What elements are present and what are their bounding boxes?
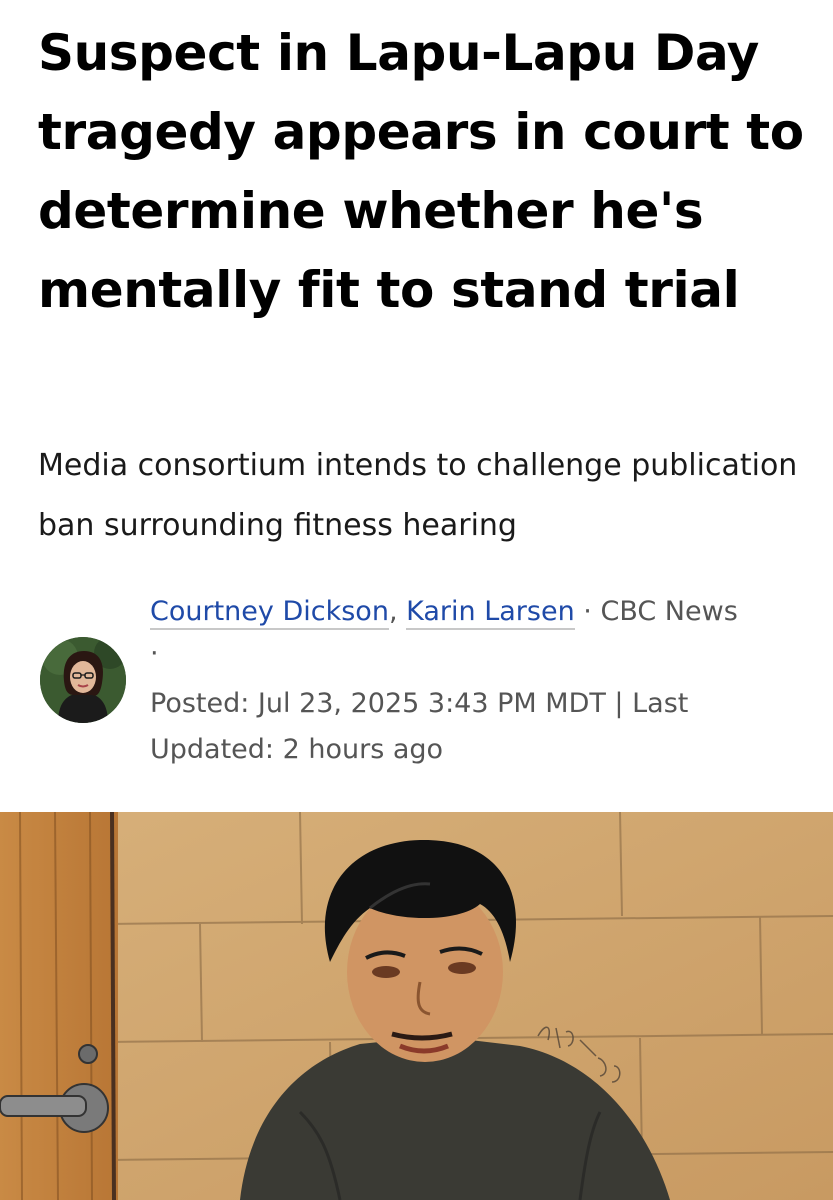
news-source: CBC News [600, 596, 738, 627]
publish-timestamps: Posted: Jul 23, 2025 3:43 PM MDT | Last … [150, 688, 689, 765]
article-subheadline: Media consortium intends to challenge pu… [38, 448, 798, 543]
article-headline: Suspect in Lapu-Lapu Day tragedy appears… [38, 24, 804, 319]
author-avatar[interactable] [40, 637, 126, 723]
trailing-separator: · [150, 638, 159, 669]
author-line: Courtney Dickson, Karin Larsen · CBC New… [150, 589, 820, 635]
author-link-karin-larsen[interactable]: Karin Larsen [406, 596, 575, 630]
hero-image[interactable] [0, 812, 833, 1200]
courtroom-sketch-image [0, 812, 833, 1200]
source-separator: · [583, 596, 592, 627]
author-link-courtney-dickson[interactable]: Courtney Dickson [150, 596, 389, 630]
author-portrait-icon [40, 637, 126, 723]
author-separator: , [388, 596, 398, 627]
byline: Courtney Dickson, Karin Larsen · CBC New… [0, 585, 833, 785]
